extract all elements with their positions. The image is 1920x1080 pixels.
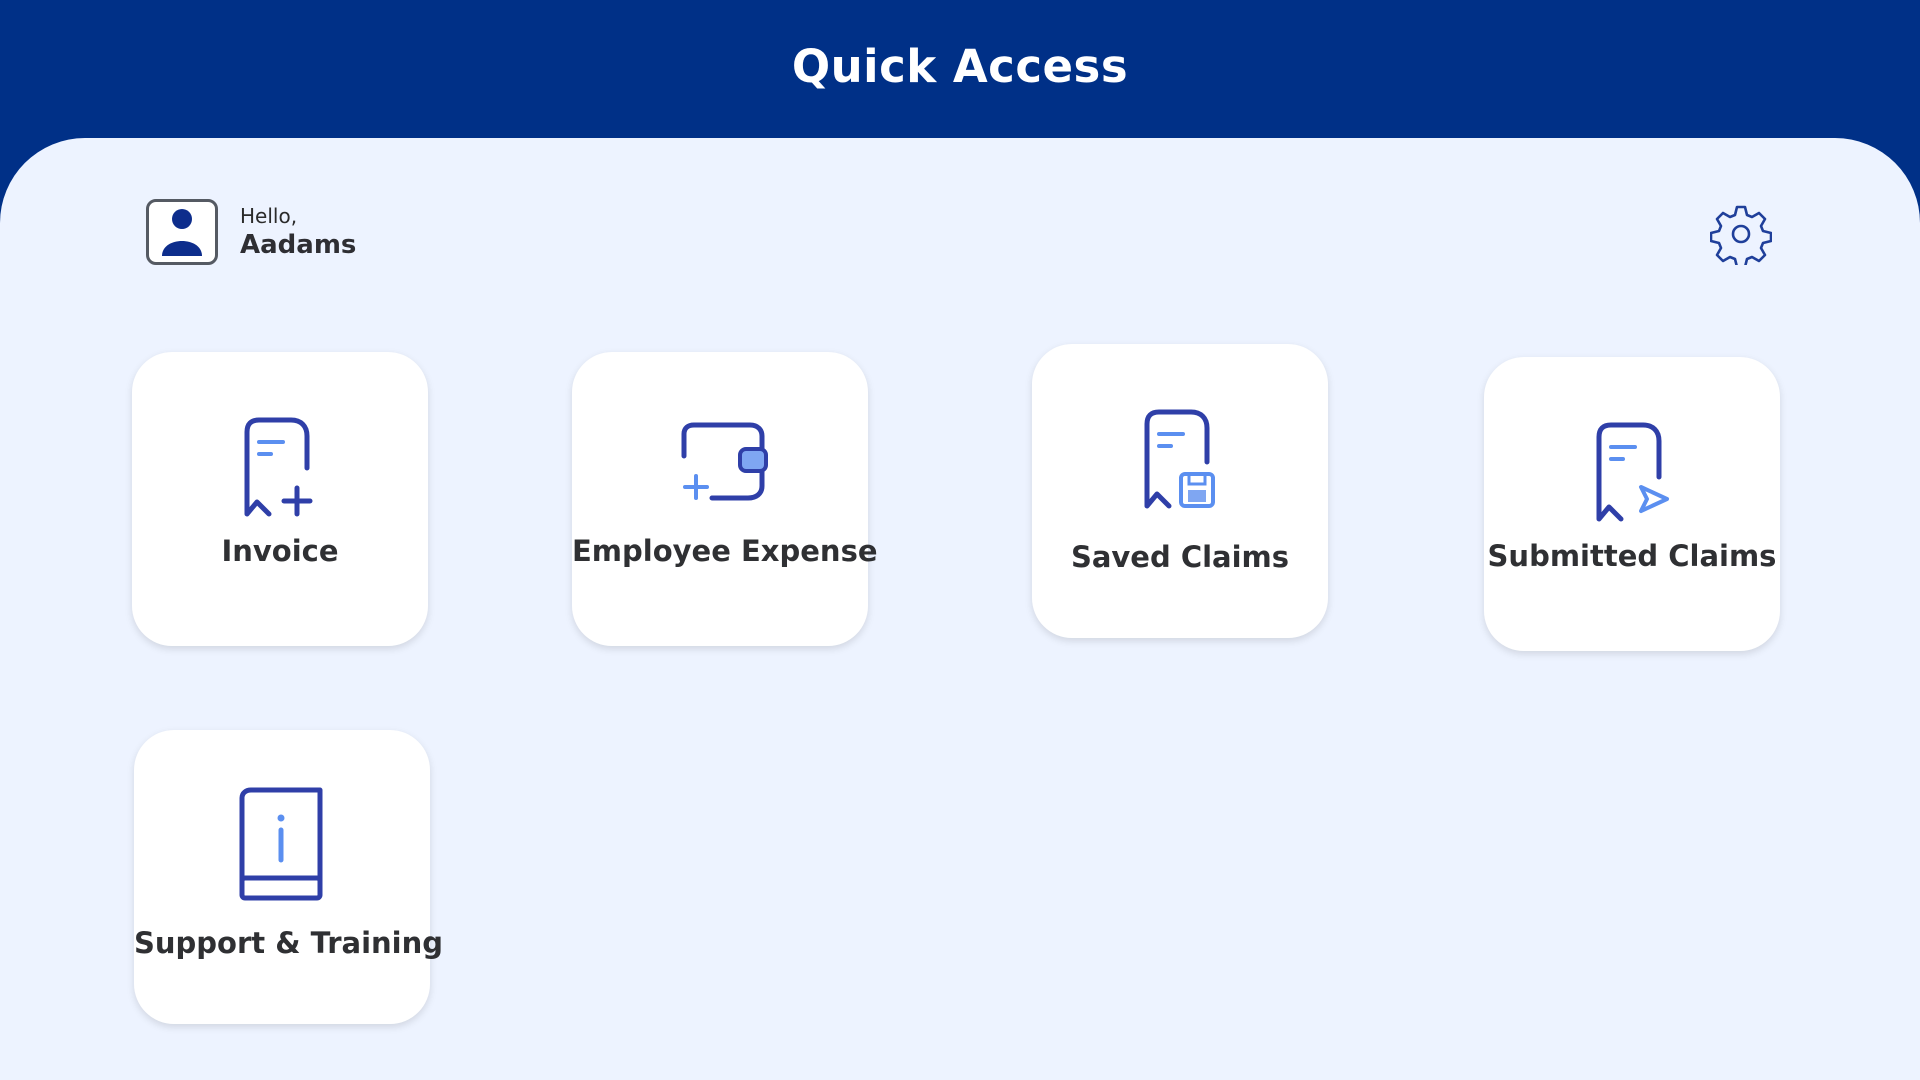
user-name: Aadams: [240, 230, 357, 260]
page-title: Quick Access: [791, 40, 1129, 93]
settings-button[interactable]: [1709, 203, 1773, 269]
receipt-send-icon: [1596, 422, 1669, 522]
user-greeting: Hello, Aadams: [146, 196, 356, 268]
tile-label: Employee Expense: [572, 534, 878, 568]
gear-icon: [1709, 205, 1773, 269]
user-icon: [162, 209, 202, 256]
tile-support-training[interactable]: Support & Training: [134, 730, 444, 1024]
tile-label: Submitted Claims: [1487, 539, 1777, 573]
invoice-add-icon: [244, 417, 313, 517]
info-book-icon: [239, 787, 323, 901]
wallet-add-icon: [681, 422, 768, 501]
tile-label: Invoice: [221, 534, 339, 568]
tile-label: Support & Training: [134, 926, 444, 960]
receipt-save-icon: [1144, 409, 1215, 509]
tile-employee-expense[interactable]: Employee Expense: [572, 352, 878, 646]
greeting-label: Hello,: [240, 204, 298, 228]
tile-label: Saved Claims: [1070, 540, 1290, 574]
tile-invoice[interactable]: Invoice: [132, 352, 428, 646]
app-header: Quick Access: [0, 0, 1920, 140]
avatar[interactable]: [146, 199, 218, 265]
tile-submitted-claims[interactable]: Submitted Claims: [1484, 357, 1780, 651]
tile-saved-claims[interactable]: Saved Claims: [1032, 344, 1328, 638]
